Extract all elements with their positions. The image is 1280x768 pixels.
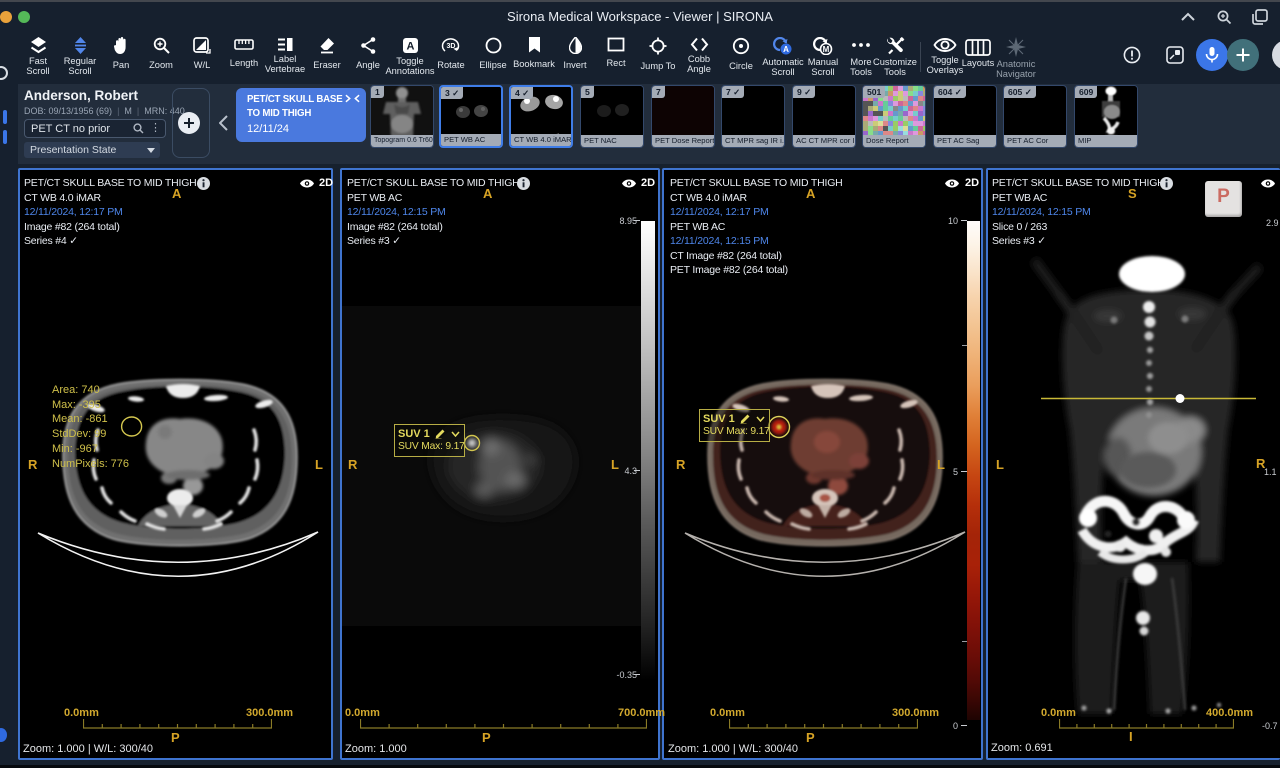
svg-text:A: A bbox=[783, 45, 789, 54]
svg-text:A: A bbox=[406, 41, 414, 53]
svg-text:M: M bbox=[823, 45, 830, 54]
svg-text:3D: 3D bbox=[447, 43, 456, 50]
